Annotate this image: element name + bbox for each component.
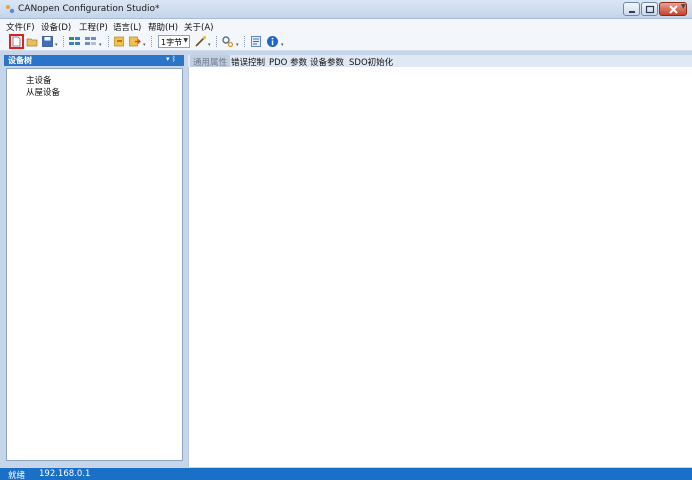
app-icon bbox=[6, 5, 15, 14]
toolbar-overflow-icon[interactable]: ▾ bbox=[143, 42, 146, 48]
tab-device-params[interactable]: 设备参数 bbox=[307, 55, 347, 68]
menu-device[interactable]: 设备(D) bbox=[41, 21, 71, 33]
toolbar-overflow-icon[interactable]: ▾ bbox=[281, 42, 284, 48]
new-file-button[interactable] bbox=[9, 34, 24, 49]
toolbar: ▾ ▾ ▾ 1字节 ▼ ▾ ▾ ▾ bbox=[0, 33, 692, 51]
import-icon[interactable] bbox=[113, 35, 126, 48]
export-icon[interactable] bbox=[128, 35, 141, 48]
wand-icon[interactable] bbox=[194, 35, 207, 48]
menu-file[interactable]: 文件(F) bbox=[6, 21, 35, 33]
status-state: 就绪 bbox=[8, 471, 26, 480]
minimize-icon bbox=[629, 11, 635, 13]
pin-icon[interactable]: ▾ ᛒ bbox=[166, 55, 176, 63]
remove-node-icon[interactable] bbox=[84, 35, 97, 48]
window-title: CANopen Configuration Studio* bbox=[18, 4, 160, 14]
menu-project[interactable]: 工程(P) bbox=[79, 21, 108, 33]
menu-bar: 文件(F) 设备(D) 工程(P) 语言(L) 帮助(H) 关于(A) bbox=[0, 19, 692, 33]
toolbar-separator bbox=[244, 36, 245, 47]
toolbar-overflow-icon[interactable]: ▾ bbox=[55, 42, 58, 48]
tab-pdo-params[interactable]: PDO 参数 bbox=[266, 55, 310, 68]
byte-size-select[interactable]: 1字节 ▼ bbox=[158, 35, 190, 48]
tab-error-control[interactable]: 错误控制 bbox=[228, 55, 268, 68]
settings-gears-icon[interactable] bbox=[221, 35, 234, 48]
device-tree-title: 设备树 bbox=[8, 56, 32, 65]
toolbar-overflow-icon[interactable]: ▾ bbox=[99, 42, 102, 48]
tree-item-master[interactable]: 主设备 bbox=[26, 74, 52, 86]
add-node-icon[interactable] bbox=[68, 35, 81, 48]
tree-item-slave[interactable]: 从屋设备 bbox=[26, 86, 60, 98]
status-ip: 192.168.0.1 bbox=[39, 469, 91, 479]
tab-list-dropdown-icon[interactable]: ▼ bbox=[681, 3, 686, 10]
config-icon[interactable] bbox=[250, 35, 263, 48]
device-tree: 主设备 从屋设备 bbox=[6, 68, 183, 461]
menu-help[interactable]: 帮助(H) bbox=[148, 21, 178, 33]
maximize-icon bbox=[645, 5, 655, 14]
toolbar-overflow-icon[interactable]: ▾ bbox=[236, 42, 239, 48]
byte-size-value: 1字节 bbox=[161, 38, 183, 47]
device-tree-header: 设备树 ▾ ᛒ bbox=[4, 55, 184, 66]
open-folder-icon[interactable] bbox=[26, 35, 39, 48]
title-bar: CANopen Configuration Studio* bbox=[0, 0, 692, 19]
tab-sdo-init[interactable]: SDO初始化 bbox=[346, 55, 396, 68]
chevron-down-icon: ▼ bbox=[183, 37, 188, 44]
menu-language[interactable]: 语言(L) bbox=[113, 21, 141, 33]
info-icon[interactable] bbox=[266, 35, 279, 48]
toolbar-separator bbox=[216, 36, 217, 47]
status-bar: 就绪 192.168.0.1 bbox=[0, 468, 692, 480]
toolbar-separator bbox=[63, 36, 64, 47]
toolbar-separator bbox=[151, 36, 152, 47]
tab-strip: 通用属性 错误控制 PDO 参数 设备参数 SDO初始化 bbox=[188, 55, 692, 68]
menu-about[interactable]: 关于(A) bbox=[184, 21, 213, 33]
minimize-button[interactable] bbox=[623, 2, 640, 16]
content-area bbox=[188, 67, 692, 467]
maximize-button[interactable] bbox=[641, 2, 658, 16]
toolbar-separator bbox=[108, 36, 109, 47]
new-file-icon bbox=[12, 36, 21, 47]
tab-general[interactable]: 通用属性 bbox=[190, 55, 231, 68]
toolbar-overflow-icon[interactable]: ▾ bbox=[208, 42, 211, 48]
save-icon[interactable] bbox=[41, 35, 54, 48]
